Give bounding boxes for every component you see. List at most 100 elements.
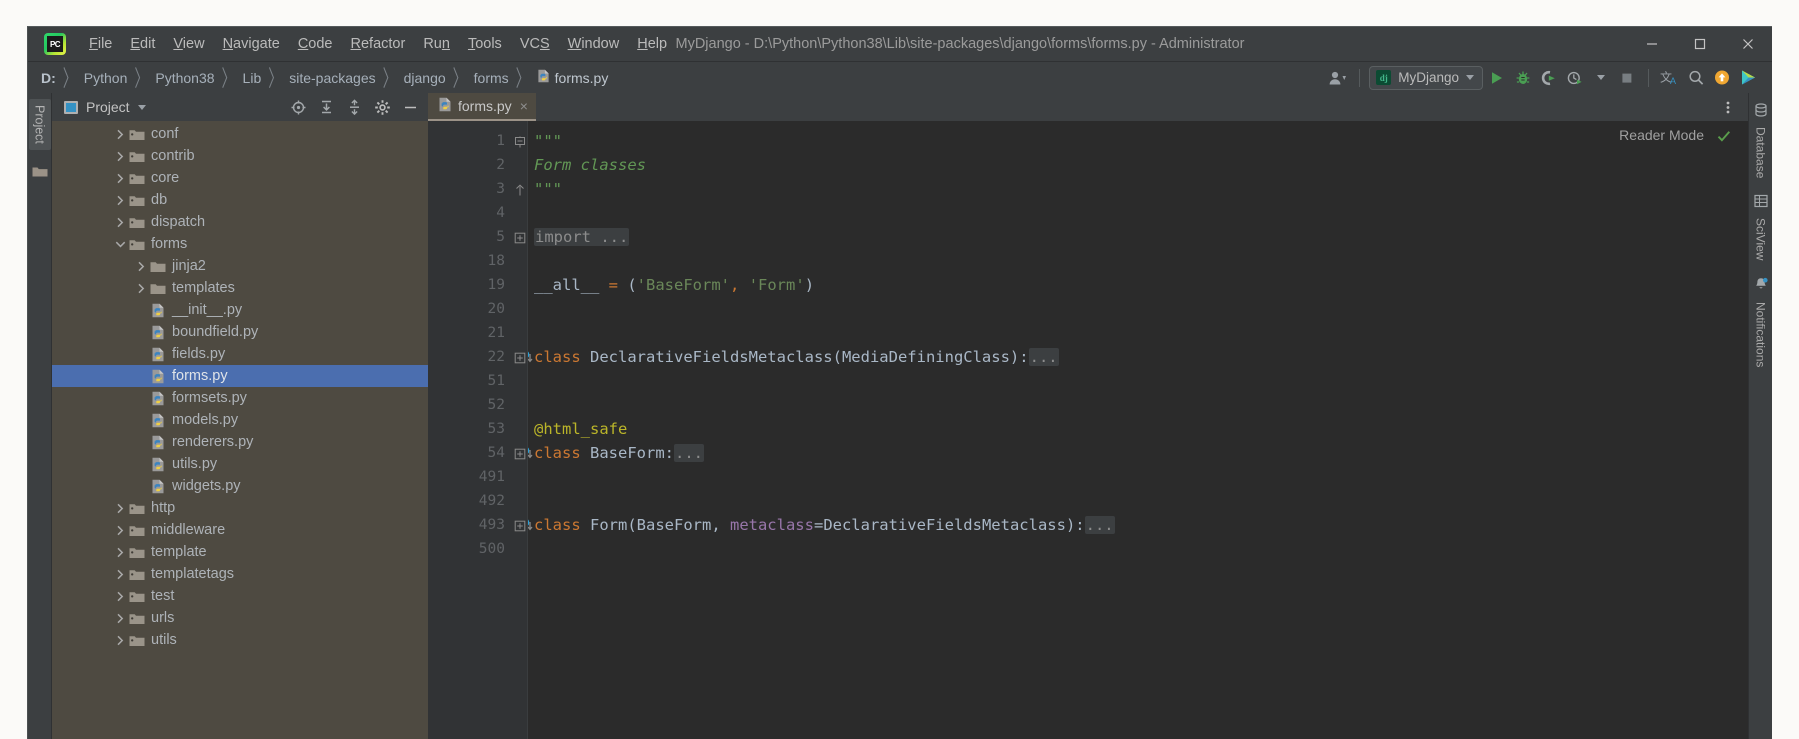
tree-item-urls[interactable]: urls — [52, 607, 428, 629]
breadcrumb-item-python38[interactable]: Python38 — [152, 69, 217, 87]
line-number[interactable]: 22 — [428, 345, 533, 369]
code-line[interactable] — [512, 249, 1748, 273]
chevron-right-icon[interactable] — [112, 151, 128, 162]
more-vertical-icon[interactable] — [1716, 95, 1740, 119]
chevron-right-icon[interactable] — [112, 613, 128, 624]
tree-item-utils[interactable]: utils — [52, 629, 428, 651]
run-with-coverage-button[interactable] — [1537, 66, 1561, 90]
line-number[interactable]: 53 — [428, 417, 512, 441]
line-number[interactable]: 2 — [428, 153, 512, 177]
tree-item-formsets-py[interactable]: formsets.py — [52, 387, 428, 409]
line-number[interactable]: 1 — [428, 129, 512, 153]
tree-item-renderers-py[interactable]: renderers.py — [52, 431, 428, 453]
code-line[interactable] — [512, 393, 1748, 417]
line-number[interactable]: 491 — [428, 465, 512, 489]
menu-item-help[interactable]: Help — [628, 33, 676, 55]
breadcrumb-item-python[interactable]: Python — [81, 69, 131, 87]
code-line[interactable] — [512, 297, 1748, 321]
code-content[interactable]: """ Form classes """ import ... __all__ = ('… — [512, 121, 1748, 739]
tree-item-middleware[interactable]: middleware — [52, 519, 428, 541]
tree-item-templates[interactable]: templates — [52, 277, 428, 299]
close-button[interactable] — [1724, 27, 1772, 61]
line-number[interactable]: 4 — [428, 201, 512, 225]
code-line[interactable]: """ — [512, 129, 1748, 153]
sidebar-item-notifications[interactable]: Notifications — [1754, 277, 1768, 367]
chevron-right-icon[interactable] — [112, 173, 128, 184]
folded-code-region[interactable]: ... — [1084, 516, 1115, 534]
arrow-up-circle-icon[interactable] — [1710, 66, 1734, 90]
code-line[interactable]: Form classes — [512, 153, 1748, 177]
line-number[interactable]: 54 — [428, 441, 533, 465]
menu-item-tools[interactable]: Tools — [459, 33, 511, 55]
code-line[interactable]: @html_safe — [512, 417, 1748, 441]
tree-item-conf[interactable]: conf — [52, 123, 428, 145]
tree-item-boundfield-py[interactable]: boundfield.py — [52, 321, 428, 343]
fold-end-icon[interactable] — [514, 182, 526, 196]
line-number[interactable]: 19 — [428, 273, 512, 297]
chevron-down-icon[interactable] — [137, 104, 146, 110]
fold-expand-icon[interactable] — [514, 446, 526, 460]
tree-item-template[interactable]: template — [52, 541, 428, 563]
project-tree[interactable]: conf contrib core db dispatch forms jinja2 temp… — [52, 121, 428, 739]
fold-expand-icon[interactable] — [514, 518, 526, 532]
line-number[interactable]: 492 — [428, 489, 512, 513]
chevron-right-icon[interactable] — [112, 569, 128, 580]
folder-icon[interactable] — [31, 164, 49, 180]
sidebar-item-database[interactable]: Database — [1754, 103, 1768, 178]
inspection-status-icon[interactable] — [1716, 128, 1732, 149]
tree-item---init---py[interactable]: __init__.py — [52, 299, 428, 321]
select-opened-file-button[interactable] — [286, 95, 310, 119]
menu-item-code[interactable]: Code — [289, 33, 342, 55]
debug-button[interactable] — [1511, 66, 1535, 90]
close-icon[interactable]: × — [520, 98, 528, 114]
code-line[interactable] — [512, 321, 1748, 345]
menu-item-window[interactable]: Window — [559, 33, 629, 55]
tree-item-forms[interactable]: forms — [52, 233, 428, 255]
tree-item-contrib[interactable]: contrib — [52, 145, 428, 167]
breadcrumb-item-forms[interactable]: forms — [471, 69, 512, 87]
menu-item-refactor[interactable]: Refactor — [342, 33, 415, 55]
code-line[interactable] — [512, 489, 1748, 513]
line-number[interactable]: 493 — [428, 513, 533, 537]
fold-collapse-icon[interactable] — [514, 134, 526, 148]
fold-expand-icon[interactable] — [514, 230, 526, 244]
sidebar-item-project[interactable]: Project — [28, 99, 51, 150]
maximize-button[interactable] — [1676, 27, 1724, 61]
chevron-right-icon[interactable] — [112, 547, 128, 558]
tree-item-dispatch[interactable]: dispatch — [52, 211, 428, 233]
code-line[interactable]: class BaseForm:... — [512, 441, 1748, 465]
tree-item-test[interactable]: test — [52, 585, 428, 607]
chevron-right-icon[interactable] — [112, 525, 128, 536]
editor-tab-forms-py[interactable]: forms.py × — [428, 93, 536, 121]
chevron-right-icon[interactable] — [112, 217, 128, 228]
profile-dropdown[interactable] — [1589, 66, 1613, 90]
folded-code-region[interactable]: ... — [1028, 348, 1059, 366]
code-line[interactable] — [512, 201, 1748, 225]
breadcrumb-item-d-[interactable]: D: — [38, 69, 59, 87]
tree-item-templatetags[interactable]: templatetags — [52, 563, 428, 585]
folded-code-region[interactable]: ... — [674, 444, 704, 462]
user-account-icon[interactable] — [1326, 66, 1350, 90]
tree-item-jinja2[interactable]: jinja2 — [52, 255, 428, 277]
stop-button[interactable] — [1615, 66, 1639, 90]
breadcrumb-item-lib[interactable]: Lib — [240, 69, 265, 87]
tree-item-models-py[interactable]: models.py — [52, 409, 428, 431]
chevron-right-icon[interactable] — [112, 129, 128, 140]
code-line[interactable] — [512, 465, 1748, 489]
code-line[interactable]: """ — [512, 177, 1748, 201]
code-editor[interactable]: 1 2 3 4 5 18 19 20 21 22 51 52 53 54 491 492 493 500 """ F… — [428, 121, 1748, 739]
tree-item-core[interactable]: core — [52, 167, 428, 189]
line-number[interactable]: 3 — [428, 177, 512, 201]
chevron-right-icon[interactable] — [112, 591, 128, 602]
tree-item-forms-py[interactable]: forms.py — [52, 365, 428, 387]
sidebar-item-sciview[interactable]: SciView — [1754, 194, 1768, 261]
folded-code-region[interactable]: import ... — [534, 228, 630, 246]
menu-item-navigate[interactable]: Navigate — [214, 33, 289, 55]
hide-panel-button[interactable] — [398, 95, 422, 119]
breadcrumb-item-site-packages[interactable]: site-packages — [286, 69, 378, 87]
code-line[interactable]: __all__ = ('BaseForm', 'Form') — [512, 273, 1748, 297]
menu-item-view[interactable]: View — [164, 33, 213, 55]
tree-item-http[interactable]: http — [52, 497, 428, 519]
code-line[interactable]: class DeclarativeFieldsMetaclass(MediaDe… — [512, 345, 1748, 369]
tree-item-fields-py[interactable]: fields.py — [52, 343, 428, 365]
